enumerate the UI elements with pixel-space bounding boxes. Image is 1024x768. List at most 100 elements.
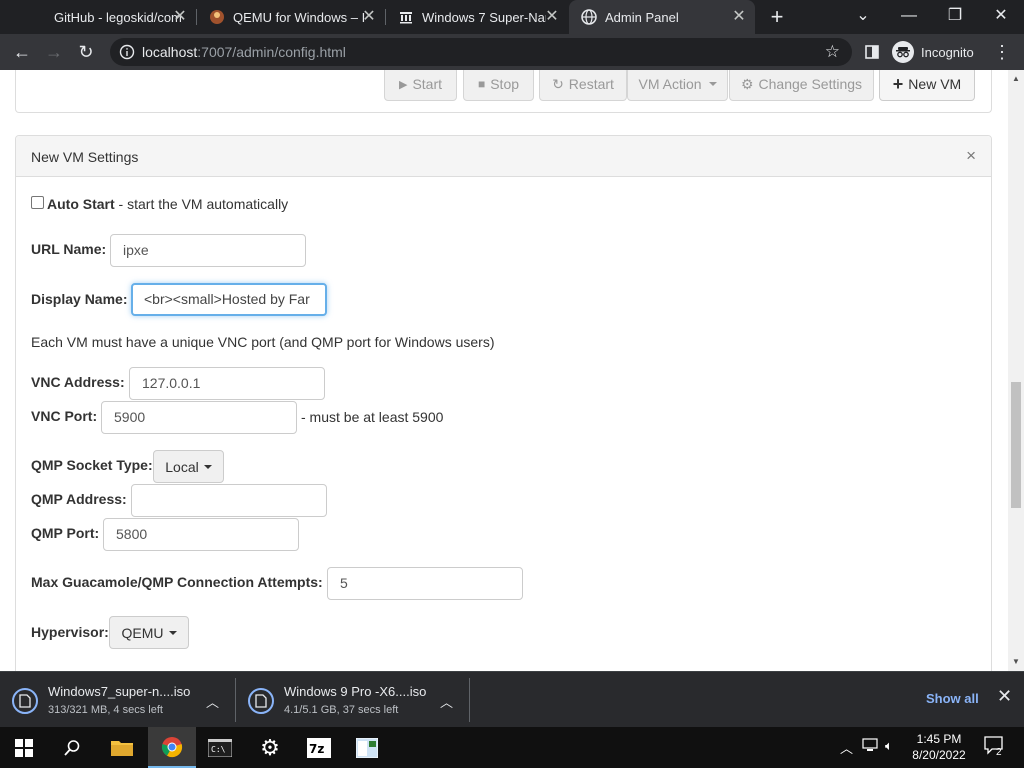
7zip-icon[interactable]: 7z — [295, 727, 343, 768]
download-shelf: Windows7_super-n....iso 313/321 MB, 4 se… — [0, 671, 1024, 727]
chevron-up-icon[interactable]: ︿ — [440, 692, 453, 711]
start-button[interactable]: ▶ Start — [384, 70, 457, 101]
restore-icon[interactable]: ❐ — [932, 0, 978, 34]
search-icon[interactable] — [48, 727, 96, 768]
vnc-note: Each VM must have a unique VNC port (and… — [31, 334, 495, 350]
archive-icon — [398, 9, 414, 25]
tab-strip: GitHub - legoskid/com ✕ QEMU for Windows… — [0, 0, 1024, 34]
vnc-port-label: VNC Port: — [31, 408, 98, 424]
tab-title: QEMU for Windows – I — [233, 9, 365, 25]
tab-title: Windows 7 Super-Nan — [422, 9, 546, 25]
play-icon: ▶ — [398, 78, 408, 91]
chrome-icon[interactable] — [148, 727, 196, 768]
reload-icon[interactable]: ↻ — [74, 40, 98, 64]
app-window-icon[interactable] — [343, 727, 391, 768]
system-clock[interactable]: 1:45 PM 8/20/2022 — [908, 731, 970, 763]
url-path: :7007/admin/config.html — [197, 44, 346, 60]
download-item[interactable]: Windows 9 Pro -X6....iso 4.1/5.1 GB, 37 … — [236, 678, 469, 722]
panel-heading: New VM Settings × — [16, 136, 991, 177]
new-tab-icon[interactable]: + — [765, 5, 789, 29]
tab-admin-panel[interactable]: Admin Panel ✕ — [569, 0, 755, 34]
menu-icon[interactable]: ⋮ — [990, 40, 1014, 64]
page-scrollbar[interactable]: ▲ ▼ — [1008, 70, 1024, 671]
caret-down-icon — [168, 630, 177, 635]
plus-icon: + — [892, 74, 904, 94]
incognito-indicator[interactable]: Incognito — [892, 41, 974, 63]
forward-icon[interactable]: → — [42, 40, 66, 64]
close-icon[interactable]: ✕ — [361, 9, 377, 25]
close-icon[interactable]: ✕ — [172, 9, 188, 25]
new-vm-button[interactable]: + New VM — [879, 70, 975, 101]
max-attempts-label: Max Guacamole/QMP Connection Attempts: — [31, 574, 323, 590]
close-icon[interactable]: ✕ — [997, 686, 1012, 707]
vnc-port-hint: - must be at least 5900 — [301, 409, 444, 425]
download-status: 4.1/5.1 GB, 37 secs left — [284, 704, 399, 716]
chevron-up-icon[interactable]: ︿ — [206, 692, 219, 711]
restart-label: Restart — [568, 76, 614, 92]
tab-title: Admin Panel — [605, 9, 679, 25]
download-filename: Windows7_super-n....iso — [48, 684, 191, 699]
close-icon[interactable]: ✕ — [731, 9, 747, 25]
download-item[interactable]: Windows7_super-n....iso 313/321 MB, 4 se… — [0, 678, 234, 722]
clock-date: 8/20/2022 — [912, 748, 966, 762]
max-attempts-input[interactable]: 5 — [327, 567, 523, 600]
incognito-icon — [892, 41, 914, 63]
bookmark-star-icon[interactable]: ☆ — [825, 42, 840, 62]
tab-search-icon[interactable]: ⌄ — [840, 0, 886, 34]
taskbar: C:\ ⚙ 7z ︿ 🔈︎ 1:45 PM 8/20/2022 2 — [0, 727, 1024, 768]
address-bar[interactable]: localhost:7007/admin/config.html ☆ — [110, 38, 852, 66]
minimize-icon[interactable]: — — [886, 0, 932, 34]
notification-center-icon[interactable] — [984, 736, 1006, 759]
tab-windows7[interactable]: Windows 7 Super-Nan ✕ — [386, 0, 568, 34]
stop-button[interactable]: ■ Stop — [463, 70, 534, 101]
scrollbar-thumb[interactable] — [1011, 382, 1021, 508]
window-close-icon[interactable]: ✕ — [978, 0, 1024, 34]
vnc-port-input[interactable]: 5900 — [101, 401, 297, 434]
file-icon — [12, 688, 38, 714]
qmp-port-label: QMP Port: — [31, 525, 100, 541]
close-icon[interactable]: × — [966, 146, 976, 166]
settings-gear-icon[interactable]: ⚙ — [246, 727, 294, 768]
scroll-down-icon[interactable]: ▼ — [1012, 657, 1020, 666]
url-host: localhost — [142, 44, 198, 60]
qemu-icon — [209, 9, 225, 25]
change-settings-button[interactable]: ⚙ Change Settings — [729, 70, 874, 101]
sidebar-icon[interactable] — [860, 40, 884, 64]
qmp-socket-label: QMP Socket Type: — [31, 457, 153, 473]
file-icon — [248, 688, 274, 714]
caret-down-icon — [708, 82, 717, 86]
url-text: localhost:7007/admin/config.html — [142, 44, 346, 60]
qmp-socket-dropdown[interactable]: Local — [153, 450, 224, 483]
hypervisor-dropdown[interactable]: QEMU — [109, 616, 189, 649]
close-icon[interactable]: ✕ — [544, 9, 560, 25]
incognito-label: Incognito — [921, 44, 974, 60]
info-icon[interactable] — [119, 44, 135, 63]
show-all-link[interactable]: Show all — [926, 691, 979, 706]
vm-action-label: VM Action — [638, 76, 702, 92]
windows-start-icon[interactable] — [0, 727, 48, 768]
file-explorer-icon[interactable] — [98, 727, 146, 768]
tab-github[interactable]: GitHub - legoskid/com ✕ — [0, 0, 196, 34]
clock-time: 1:45 PM — [916, 732, 962, 746]
volume-icon[interactable]: 🔈︎ — [885, 738, 893, 754]
terminal-icon[interactable]: C:\ — [196, 727, 244, 768]
vnc-address-input[interactable]: 127.0.0.1 — [129, 367, 325, 400]
download-filename: Windows 9 Pro -X6....iso — [284, 684, 427, 699]
qmp-port-input[interactable]: 5800 — [103, 518, 299, 551]
back-icon[interactable]: ← — [10, 40, 34, 64]
tray-overflow-icon[interactable]: ︿ — [840, 738, 853, 757]
url-name-input[interactable]: ipxe — [110, 234, 306, 267]
vm-action-dropdown[interactable]: VM Action — [627, 70, 728, 101]
globe-icon — [581, 9, 597, 25]
auto-start-checkbox[interactable] — [31, 196, 44, 209]
scroll-up-icon[interactable]: ▲ — [1012, 74, 1020, 83]
notification-count: 2 — [996, 747, 1002, 758]
download-divider — [469, 678, 470, 722]
restart-button[interactable]: ↻ Restart — [539, 70, 627, 101]
qmp-address-input[interactable] — [131, 484, 327, 517]
display-name-input[interactable]: <br><small>Hosted by Far — [131, 283, 327, 316]
network-icon[interactable] — [862, 738, 878, 755]
stop-icon: ■ — [477, 77, 486, 91]
auto-start-row: Auto Start - start the VM automatically — [47, 196, 288, 212]
tab-qemu[interactable]: QEMU for Windows – I ✕ — [197, 0, 385, 34]
